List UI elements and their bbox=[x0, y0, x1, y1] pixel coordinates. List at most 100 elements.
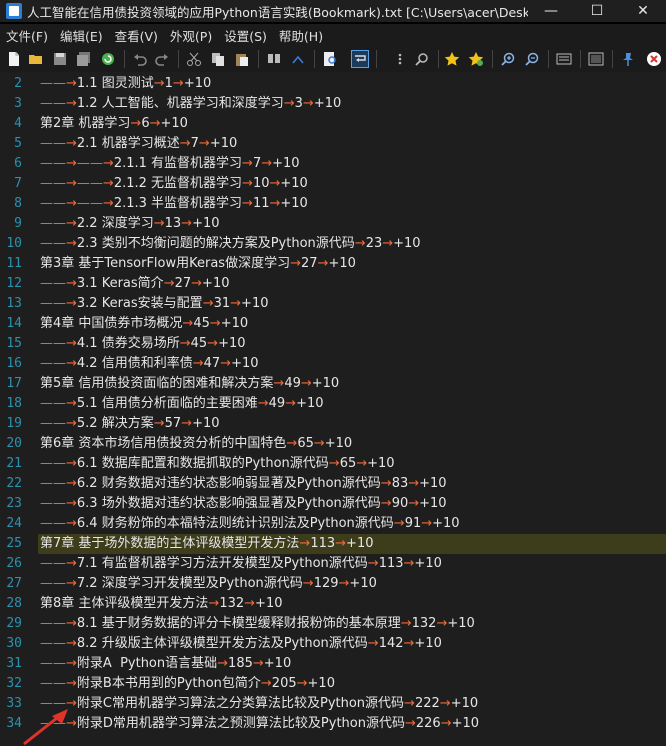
page-offset: +10 bbox=[202, 276, 230, 291]
page-number: 47 bbox=[203, 356, 221, 371]
minimize-button[interactable]: — bbox=[528, 0, 574, 22]
bookmark-title: 2.1.1 有监督机器学习 bbox=[113, 156, 243, 171]
find-in-file-icon[interactable] bbox=[322, 51, 338, 67]
menu-help[interactable]: 帮助(H) bbox=[273, 26, 329, 45]
editor-line[interactable]: 20 第6章 资本市场信用债投资分析的中国特色→65→+10 bbox=[0, 434, 666, 454]
line-text: 第7章 基于场外数据的主体评级模型开发方法→113→+10 bbox=[40, 534, 373, 554]
find-icon[interactable] bbox=[266, 51, 282, 67]
zoom-out-icon[interactable] bbox=[524, 51, 540, 67]
maximize-button[interactable]: ☐ bbox=[574, 0, 620, 22]
save-icon[interactable] bbox=[52, 51, 68, 67]
menu-file[interactable]: 文件(F) bbox=[0, 26, 54, 45]
tab-marker: → bbox=[217, 656, 229, 671]
menu-settings[interactable]: 设置(S) bbox=[218, 26, 273, 45]
editor-line[interactable]: 11 第3章 基于TensorFlow用Keras做深度学习→27→+10 bbox=[0, 254, 666, 274]
line-text: ——→5.2 解决方案→57→+10 bbox=[40, 414, 220, 434]
tab-marker: → bbox=[198, 136, 210, 151]
show-whitespace-icon[interactable] bbox=[392, 51, 408, 67]
bookmark-star-icon[interactable] bbox=[444, 51, 460, 67]
editor-line[interactable]: 33 ——→附录C常用机器学习算法之分类算法比较及Python源代码→222→+1… bbox=[0, 694, 666, 714]
undo-icon[interactable] bbox=[132, 51, 148, 67]
tab-marker: ——→ bbox=[40, 576, 77, 591]
tab-marker: → bbox=[400, 616, 412, 631]
editor-line[interactable]: 19 ——→5.2 解决方案→57→+10 bbox=[0, 414, 666, 434]
toolbar-separator bbox=[548, 50, 549, 68]
line-number: 21 bbox=[6, 456, 22, 471]
reload-icon[interactable] bbox=[100, 51, 116, 67]
editor-line[interactable]: 14 第4章 中国债券市场概况→45→+10 bbox=[0, 314, 666, 334]
cut-icon[interactable] bbox=[186, 51, 202, 67]
editor-line[interactable]: 13 ——→3.2 Keras安装与配置→31→+10 bbox=[0, 294, 666, 314]
replace-icon[interactable] bbox=[290, 51, 306, 67]
tab-marker: → bbox=[182, 316, 194, 331]
bookmark-next-icon[interactable] bbox=[468, 51, 484, 67]
editor-line[interactable]: 31 ——→附录A Python语言基础→185→+10 bbox=[0, 654, 666, 674]
redo-icon[interactable] bbox=[154, 51, 170, 67]
pin-icon[interactable] bbox=[620, 51, 636, 67]
editor-line[interactable]: 5 ——→2.1 机器学习概述→7→+10 bbox=[0, 134, 666, 154]
page-number: 91 bbox=[404, 516, 422, 531]
page-offset: +10 bbox=[307, 676, 335, 691]
editor-line[interactable]: 4 第2章 机器学习→6→+10 bbox=[0, 114, 666, 134]
zoom-search-icon[interactable] bbox=[414, 51, 430, 67]
line-text: 第4章 中国债券市场概况→45→+10 bbox=[40, 314, 248, 334]
text-editor[interactable]: 2 ——→1.1 图灵测试→1→+10 3 ——→1.2 人工智能、机器学习和深度学习… bbox=[0, 72, 666, 746]
editor-line[interactable]: 23 ——→6.3 场外数据对违约状态影响强显著及Python源代码→90→+10 bbox=[0, 494, 666, 514]
page-number: 132 bbox=[411, 616, 437, 631]
line-text: ——→8.1 基于财务数据的评分卡模型缓释财报粉饰的基本原理→132→+10 bbox=[40, 614, 475, 634]
editor-line[interactable]: 18 ——→5.1 信用债分析面临的主要困难→49→+10 bbox=[0, 394, 666, 414]
paste-icon[interactable] bbox=[234, 51, 250, 67]
page-number: 11 bbox=[252, 196, 270, 211]
editor-line[interactable]: 10 ——→2.3 类别不均衡问题的解决方案及Python源代码→23→+10 bbox=[0, 234, 666, 254]
editor-line[interactable]: 7 ——→——→2.1.2 无监督机器学习→10→+10 bbox=[0, 174, 666, 194]
line-number: 30 bbox=[6, 636, 22, 651]
editor-line[interactable]: 8 ——→——→2.1.3 半监督机器学习→11→+10 bbox=[0, 194, 666, 214]
word-wrap-icon[interactable] bbox=[351, 50, 369, 68]
editor-line[interactable]: 34 ——→附录D常用机器学习算法之预测算法比较及Python源代码→226→+1… bbox=[0, 714, 666, 734]
line-text: ——→6.1 数据库配置和数据抓取的Python源代码→65→+10 bbox=[40, 454, 395, 474]
tab-marker: → bbox=[130, 116, 142, 131]
editor-line[interactable]: 29 ——→8.1 基于财务数据的评分卡模型缓释财报粉饰的基本原理→132→+10 bbox=[0, 614, 666, 634]
menu-appearance[interactable]: 外观(P) bbox=[164, 26, 218, 45]
toolbar-separator bbox=[438, 50, 439, 68]
menu-edit[interactable]: 编辑(E) bbox=[54, 26, 109, 45]
close-button[interactable]: ✕ bbox=[620, 0, 666, 22]
editor-line[interactable]: 32 ——→附录B本书用到的Python包简介→205→+10 bbox=[0, 674, 666, 694]
page-offset: +10 bbox=[280, 196, 308, 211]
editor-line[interactable]: 24 ——→6.4 财务粉饰的本福特法则统计识别法及Python源代码→91→+1… bbox=[0, 514, 666, 534]
tab-marker: ——→ bbox=[40, 356, 77, 371]
tab-marker: → bbox=[242, 176, 253, 191]
editor-line[interactable]: 9 ——→2.2 深度学习→13→+10 bbox=[0, 214, 666, 234]
editor-line[interactable]: 30 ——→8.2 升级版主体评级模型开发方法及Python源代码→142→+10 bbox=[0, 634, 666, 654]
open-folder-icon[interactable] bbox=[28, 51, 44, 67]
tab-marker: ——→ bbox=[40, 276, 77, 291]
scheme-icon[interactable] bbox=[556, 51, 572, 67]
editor-line[interactable]: 21 ——→6.1 数据库配置和数据抓取的Python源代码→65→+10 bbox=[0, 454, 666, 474]
editor-line[interactable]: 27 ——→7.2 深度学习开发模型及Python源代码→129→+10 bbox=[0, 574, 666, 594]
editor-line[interactable]: 12 ——→3.1 Keras简介→27→+10 bbox=[0, 274, 666, 294]
tab-marker: → bbox=[393, 516, 405, 531]
tab-marker: ——→ bbox=[40, 236, 77, 251]
editor-line[interactable]: 17 第5章 信用债投资面临的困难和解决方案→49→+10 bbox=[0, 374, 666, 394]
bookmark-title: 7.1 有监督机器学习方法开发模型及Python源代码 bbox=[76, 556, 368, 571]
editor-line[interactable]: 28 第8章 主体评级模型开发方法→132→+10 bbox=[0, 594, 666, 614]
editor-line[interactable]: 22 ——→6.2 财务数据对违约状态影响弱显著及Python源代码→83→+10 bbox=[0, 474, 666, 494]
editor-line[interactable]: 16 ——→4.2 信用债和利率债→47→+10 bbox=[0, 354, 666, 374]
tab-marker: → bbox=[404, 716, 416, 731]
editor-line[interactable]: 25 第7章 基于场外数据的主体评级模型开发方法→113→+10 bbox=[0, 534, 666, 554]
page-offset: +10 bbox=[419, 476, 447, 491]
editor-line[interactable]: 3 ——→1.2 人工智能、机器学习和深度学习→3→+10 bbox=[0, 94, 666, 114]
copy-icon[interactable] bbox=[210, 51, 226, 67]
save-all-icon[interactable] bbox=[76, 51, 92, 67]
menu-view[interactable]: 查看(V) bbox=[109, 26, 164, 45]
editor-line[interactable]: 2 ——→1.1 图灵测试→1→+10 bbox=[0, 74, 666, 94]
new-file-icon[interactable] bbox=[6, 51, 22, 67]
editor-line[interactable]: 6 ——→——→2.1.1 有监督机器学习→7→+10 bbox=[0, 154, 666, 174]
tab-marker: ——→ bbox=[40, 196, 77, 211]
zoom-in-icon[interactable] bbox=[500, 51, 516, 67]
view-icon[interactable] bbox=[588, 51, 604, 67]
editor-line[interactable]: 15 ——→4.1 债券交易场所→45→+10 bbox=[0, 334, 666, 354]
exit-icon[interactable] bbox=[646, 51, 662, 67]
editor-line[interactable]: 26 ——→7.1 有监督机器学习方法开发模型及Python源代码→113→+10 bbox=[0, 554, 666, 574]
bookmark-title: 6.1 数据库配置和数据抓取的Python源代码 bbox=[76, 456, 329, 471]
